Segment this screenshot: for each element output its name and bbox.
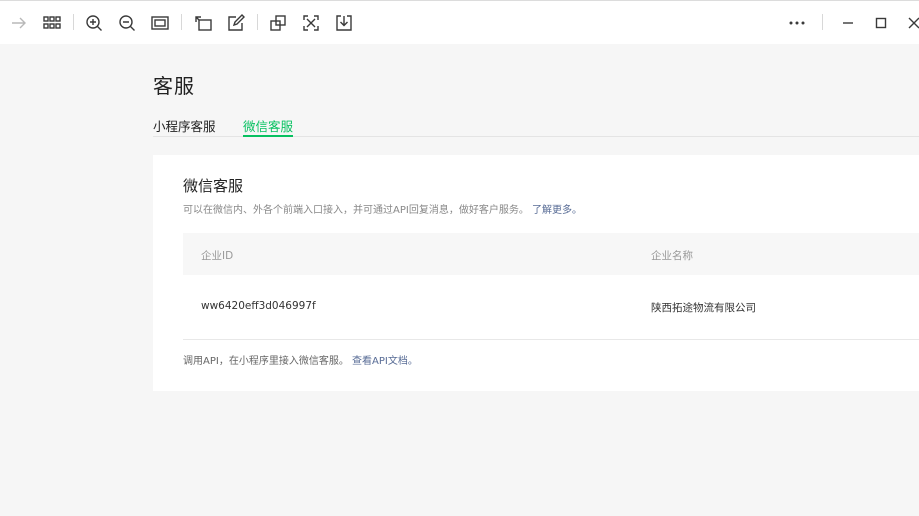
grid-view-icon[interactable] xyxy=(42,13,62,33)
toolbar-divider xyxy=(822,14,823,30)
toolbar-divider xyxy=(73,14,74,30)
column-header-enterprise-name: 企业名称 xyxy=(651,250,693,262)
wechat-service-card: 微信客服 可以在微信内、外各个前端入口接入，并可通过API回复消息，做好客户服务… xyxy=(153,155,919,391)
footer-text: 调用API，在小程序里接入微信客服。 xyxy=(183,356,349,367)
toolbar-divider xyxy=(257,14,258,30)
maximize-icon[interactable] xyxy=(871,13,891,33)
edit-icon[interactable] xyxy=(226,13,246,33)
api-docs-link[interactable]: 查看API文档。 xyxy=(352,356,418,367)
fullscreen-icon[interactable] xyxy=(301,13,321,33)
tab-mini-program-service[interactable]: 小程序客服 xyxy=(153,116,216,135)
close-icon[interactable] xyxy=(904,13,919,33)
table-header: 企业ID 企业名称 xyxy=(183,233,919,275)
description-text: 可以在微信内、外各个前端入口接入，并可通过API回复消息，做好客户服务。 xyxy=(183,205,529,216)
column-header-enterprise-id: 企业ID xyxy=(201,250,234,262)
zoom-in-icon[interactable] xyxy=(84,13,104,33)
copy-to-icon[interactable] xyxy=(268,13,288,33)
tab-wechat-service[interactable]: 微信客服 xyxy=(243,116,294,137)
enterprise-name-cell: 陕西拓途物流有限公司 xyxy=(651,302,756,314)
card-footer: 调用API，在小程序里接入微信客服。 查看API文档。 xyxy=(183,352,418,367)
more-icon[interactable] xyxy=(787,13,807,33)
toolbar-divider xyxy=(181,14,182,30)
learn-more-link[interactable]: 了解更多。 xyxy=(532,205,582,216)
page-title: 客服 xyxy=(153,74,195,98)
rotate-icon[interactable] xyxy=(193,13,213,33)
forward-arrow-icon[interactable] xyxy=(9,13,29,33)
card-description: 可以在微信内、外各个前端入口接入，并可通过API回复消息，做好客户服务。 了解更… xyxy=(183,201,582,216)
table-row: ww6420eff3d046997f 陕西拓途物流有限公司 xyxy=(183,275,919,340)
enterprise-id-cell: ww6420eff3d046997f xyxy=(201,300,316,312)
zoom-out-icon[interactable] xyxy=(117,13,137,33)
fit-screen-icon[interactable] xyxy=(150,13,170,33)
minimize-icon[interactable] xyxy=(838,13,858,33)
viewer-toolbar xyxy=(0,0,919,44)
download-icon[interactable] xyxy=(334,13,354,33)
tab-bar: 小程序客服 微信客服 xyxy=(153,108,919,137)
card-title: 微信客服 xyxy=(183,177,244,195)
